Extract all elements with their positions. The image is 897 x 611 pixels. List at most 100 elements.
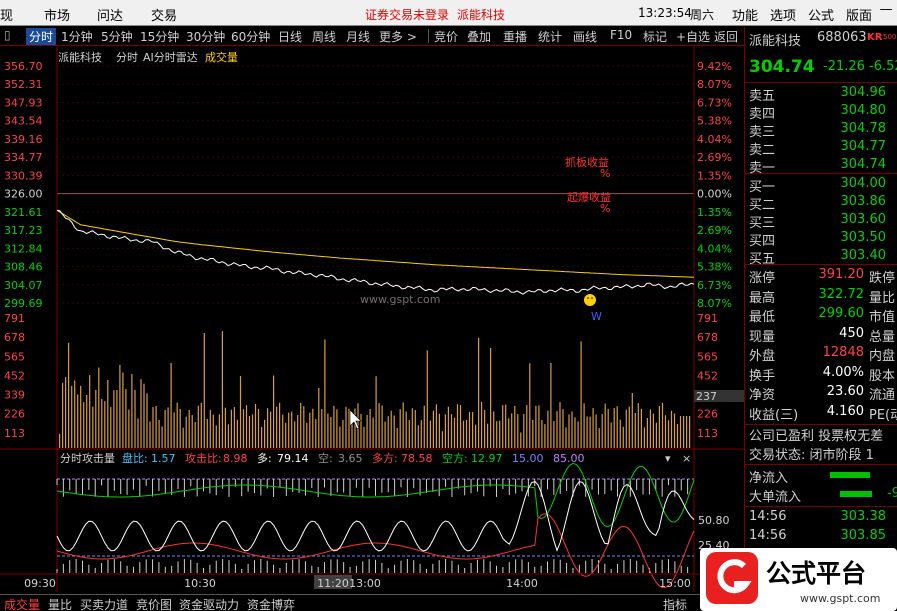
volume-bar: [580, 341, 582, 448]
volume-bar: [529, 363, 531, 448]
menu-function[interactable]: 功能: [732, 5, 758, 24]
ai-radar-label[interactable]: AI分时雷达: [143, 51, 198, 64]
chart-area[interactable]: 派能科技 分时 AI分时雷达 成交量 356.70 352.31 347.93 343…: [0, 46, 744, 592]
bid-row[interactable]: 买二 303.86: [745, 194, 897, 214]
volume-bar: [173, 412, 175, 448]
stat-row[interactable]: 收益(三) 4.160 PE(动: [745, 404, 897, 424]
menu-options[interactable]: 选项: [770, 5, 796, 24]
tab-volume[interactable]: 成交量: [2, 596, 42, 611]
statistics-button[interactable]: 统计: [538, 28, 562, 45]
menu-item-market[interactable]: 市场: [44, 5, 70, 24]
stat-row-value: 322.72: [818, 286, 865, 302]
volume-bar: [468, 411, 471, 448]
volume-bar: [300, 402, 302, 448]
menu-item-trade[interactable]: 交易: [151, 5, 177, 24]
ask-row[interactable]: 卖二 304.77: [745, 139, 897, 159]
tab-period-fenshi[interactable]: 分时: [26, 28, 57, 45]
minimize-icon[interactable]: —: [877, 2, 895, 22]
stat-row[interactable]: 最高 322.72 量比: [745, 287, 897, 307]
tab-period-1min[interactable]: 1分钟: [61, 28, 93, 45]
volume-bar: [559, 402, 561, 448]
stat-row[interactable]: 现量 450 总量: [745, 326, 897, 346]
tick-row[interactable]: 14:56 303.85: [745, 528, 897, 548]
tab-buy-sell-force[interactable]: 买卖力道: [78, 596, 130, 611]
tab-period-day[interactable]: 日线: [278, 28, 302, 45]
tab-period-more[interactable]: 更多 >: [379, 28, 417, 45]
volume-tick-label: 226: [4, 408, 25, 421]
ask-row[interactable]: 卖三 304.78: [745, 121, 897, 141]
volume-bar: [182, 427, 184, 448]
tab-volume-ratio[interactable]: 量比: [46, 596, 74, 611]
bid-row[interactable]: 买四 303.50: [745, 230, 897, 250]
tab-period-5min[interactable]: 5分钟: [101, 28, 133, 45]
ask-row[interactable]: 卖四 304.80: [745, 103, 897, 123]
tab-auction-chart[interactable]: 竞价图: [134, 596, 174, 611]
clock-weekday: 周六: [690, 8, 715, 22]
bid-row[interactable]: 买五 303.40: [745, 248, 897, 268]
indicator-close-icon[interactable]: ×: [682, 452, 691, 465]
tab-period-month[interactable]: 月线: [346, 28, 370, 45]
volume-bar: [62, 382, 64, 448]
volume-bar: [595, 414, 597, 448]
ask-row-label: 卖二: [749, 143, 776, 158]
login-notice[interactable]: 证券交易未登录: [365, 6, 449, 23]
tab-fund-game[interactable]: 资金博弈: [245, 596, 297, 611]
indicator-expand-icon[interactable]: ▾: [665, 452, 671, 465]
bid-row[interactable]: 买三 303.60: [745, 212, 897, 232]
volume-bar: [532, 420, 534, 448]
volume-bar: [125, 389, 127, 448]
menu-formula[interactable]: 公式: [808, 5, 834, 24]
volume-axis-left: 791 678 565 452 339 226 113: [4, 312, 25, 440]
volume-bar: [667, 420, 670, 448]
replay-button[interactable]: 重播: [503, 28, 527, 45]
volume-bar: [116, 390, 118, 448]
volume-bar: [553, 421, 555, 448]
stat-row[interactable]: 换手 4.00% 股本: [745, 365, 897, 385]
volume-bar: [215, 425, 217, 448]
stat-row-label: 换手: [749, 368, 776, 384]
stat-row[interactable]: 净资 23.60 流通: [745, 384, 897, 404]
volume-bar: [664, 415, 667, 448]
volume-bar: [270, 411, 272, 448]
auction-button[interactable]: 竞价: [434, 28, 458, 45]
volume-bar: [297, 415, 299, 448]
volume-bar: [683, 416, 685, 448]
toolbar-menu-icon[interactable]: ▯: [4, 28, 11, 42]
add-watchlist-button[interactable]: +自选: [676, 28, 710, 45]
tab-period-15min[interactable]: 15分钟: [140, 28, 179, 45]
stat-row[interactable]: 涨停 391.20 跌停: [745, 267, 897, 287]
indicator-title: 分时攻击量: [60, 451, 115, 465]
stat-row-value: 4.160: [826, 403, 864, 419]
chart-background: [0, 46, 744, 592]
stat-row[interactable]: 最低 299.60 市值: [745, 306, 897, 326]
ask-row[interactable]: 卖五 304.96: [745, 85, 897, 105]
volume-bar: [303, 406, 305, 448]
tab-fund-drive[interactable]: 资金驱动力: [177, 596, 241, 611]
volume-bar: [264, 419, 266, 448]
volume-bar: [652, 413, 654, 448]
pct-tick-label: 8.07%: [697, 78, 732, 91]
toolbar-divider: [428, 29, 429, 43]
tab-indicator[interactable]: 指标: [661, 596, 689, 611]
tick-row[interactable]: 14:56 303.38: [745, 509, 897, 529]
draw-line-button[interactable]: 画线: [573, 28, 597, 45]
flow-divider: [745, 506, 897, 507]
volume-bar: [203, 333, 205, 448]
overlay-button[interactable]: 叠加: [467, 28, 491, 45]
bid-row[interactable]: 买一 304.00: [745, 176, 897, 196]
mark-button[interactable]: 标记: [643, 28, 667, 45]
volume-bar: [459, 405, 462, 448]
tab-period-60min[interactable]: 60分钟: [231, 28, 270, 45]
tab-period-30min[interactable]: 30分钟: [186, 28, 225, 45]
menu-item-wenda[interactable]: 问达: [97, 5, 123, 24]
menu-layout[interactable]: 版面: [846, 5, 872, 24]
volume-tick-label: 339: [4, 389, 25, 402]
ask-row[interactable]: 卖一 304.74: [745, 157, 897, 177]
f10-button[interactable]: F10: [610, 28, 632, 42]
back-button[interactable]: 返回: [714, 28, 738, 45]
time-tick-label: 11:20: [317, 577, 349, 590]
menu-item-0[interactable]: 现: [0, 5, 13, 24]
stat-row[interactable]: 外盘 12848 内盘: [745, 345, 897, 365]
info-line-1: 公司已盈利 投票权无差: [745, 425, 897, 445]
tab-period-week[interactable]: 周线: [312, 28, 336, 45]
